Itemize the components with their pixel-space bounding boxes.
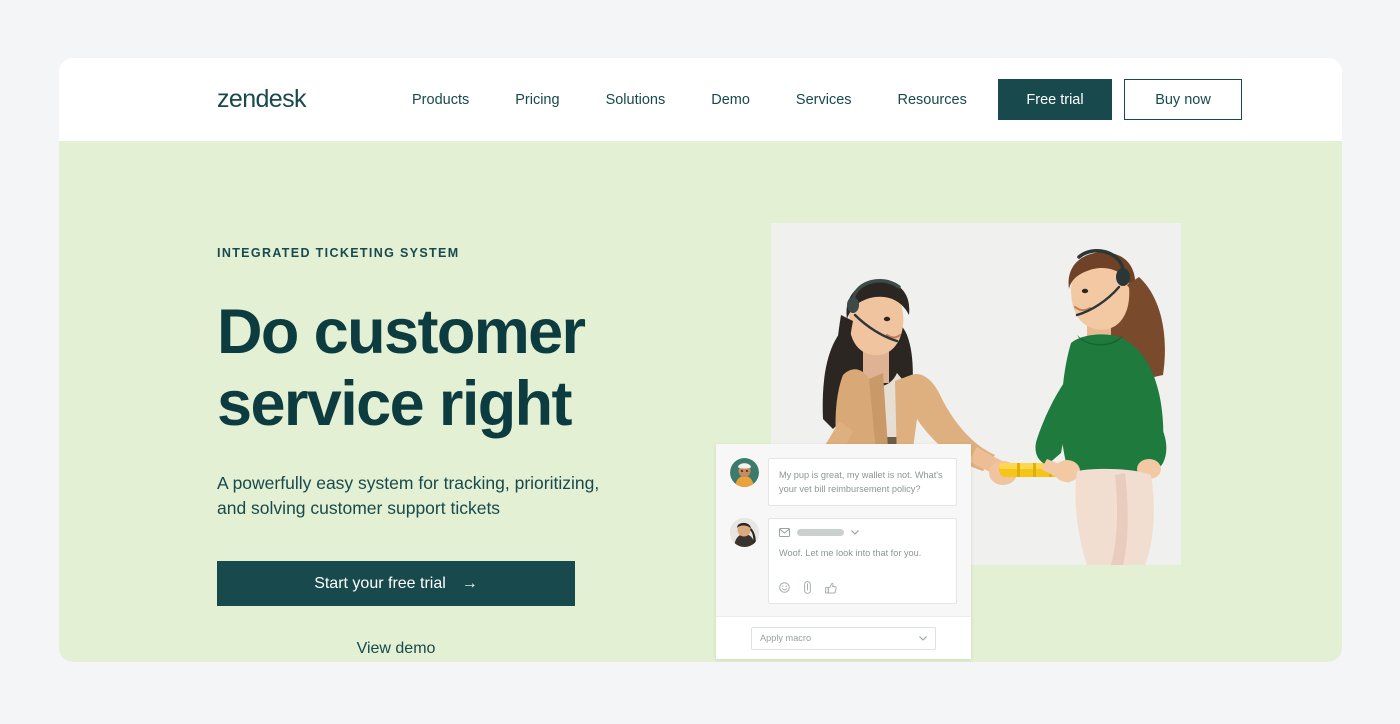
- customer-message-row: My pup is great, my wallet is not. What'…: [730, 458, 957, 506]
- attachment-icon[interactable]: [804, 581, 811, 594]
- emoji-icon[interactable]: [779, 582, 790, 593]
- apply-macro-label: Apply macro: [760, 633, 812, 643]
- nav-item-demo[interactable]: Demo: [688, 89, 773, 111]
- view-demo-link[interactable]: View demo: [217, 640, 575, 658]
- hero-eyebrow: INTEGRATED TICKETING SYSTEM: [217, 246, 460, 260]
- hero-title-line-2: service right: [217, 369, 572, 439]
- envelope-icon: [779, 528, 790, 537]
- hero-title-line-1: Do customer: [217, 297, 586, 367]
- agent-reply-bubble[interactable]: Woof. Let me look into that for you.: [768, 518, 957, 604]
- chat-widget: My pup is great, my wallet is not. What'…: [716, 444, 971, 659]
- recipient-redacted-pill: [797, 529, 844, 536]
- site-header: zendesk Products Pricing Solutions Demo …: [59, 58, 1342, 141]
- start-free-trial-label: Start your free trial: [314, 574, 446, 592]
- chat-message-list: My pup is great, my wallet is not. What'…: [716, 444, 971, 604]
- reply-channel-row[interactable]: [779, 528, 946, 537]
- customer-avatar: [730, 458, 759, 487]
- apply-macro-select[interactable]: Apply macro: [751, 626, 936, 650]
- chevron-down-icon[interactable]: [851, 530, 859, 535]
- page-card: zendesk Products Pricing Solutions Demo …: [59, 58, 1342, 662]
- nav-item-resources[interactable]: Resources: [875, 89, 990, 111]
- agent-avatar: [730, 518, 759, 547]
- thumbs-up-icon[interactable]: [825, 582, 837, 594]
- header-actions: Free trial Buy now: [998, 79, 1242, 120]
- page-title: Do customer service right: [217, 296, 687, 440]
- chat-footer: Apply macro: [716, 616, 971, 659]
- customer-message-text: My pup is great, my wallet is not. What'…: [779, 470, 943, 494]
- nav-item-solutions[interactable]: Solutions: [583, 89, 689, 111]
- agent-reply-text: Woof. Let me look into that for you.: [779, 548, 922, 558]
- agent-reply-row: Woof. Let me look into that for you.: [730, 518, 957, 604]
- arrow-right-icon: →: [461, 574, 478, 592]
- nav-item-services[interactable]: Services: [773, 89, 875, 111]
- customer-message-bubble: My pup is great, my wallet is not. What'…: [768, 458, 957, 506]
- hero-subtitle: A powerfully easy system for tracking, p…: [217, 473, 600, 518]
- hero-copy: INTEGRATED TICKETING SYSTEM Do customer …: [217, 246, 687, 658]
- nav-item-products[interactable]: Products: [389, 89, 492, 111]
- start-free-trial-button[interactable]: Start your free trial →: [217, 561, 575, 606]
- main-navigation: Products Pricing Solutions Demo Services…: [389, 89, 990, 111]
- nav-item-pricing[interactable]: Pricing: [492, 89, 582, 111]
- buy-now-button[interactable]: Buy now: [1124, 79, 1242, 120]
- hero-section: INTEGRATED TICKETING SYSTEM Do customer …: [59, 141, 1342, 662]
- chevron-down-icon: [919, 635, 927, 641]
- reply-toolbar: [779, 581, 946, 594]
- free-trial-button[interactable]: Free trial: [998, 79, 1112, 120]
- zendesk-logo[interactable]: zendesk: [217, 85, 307, 114]
